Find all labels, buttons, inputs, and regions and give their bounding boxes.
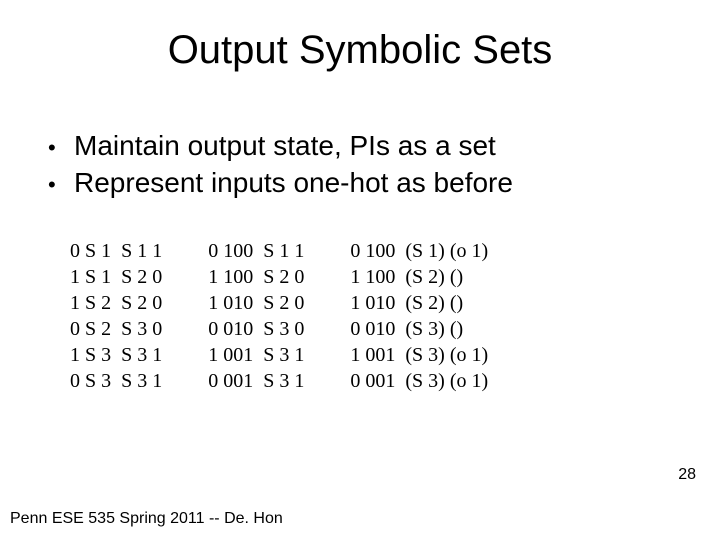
cell: (S 2) () (405, 290, 463, 316)
table-row: 0 S 1 S 1 1 (70, 238, 162, 264)
cell: 1 100 (208, 264, 253, 290)
cell: 1 001 (350, 342, 395, 368)
cell: 1 S 1 (70, 264, 111, 290)
cell: 1 S 3 (70, 342, 111, 368)
cell: 0 001 (208, 368, 253, 394)
table-3: 0 100 (S 1) (o 1) 1 100 (S 2) () 1 010 (S 2… (350, 238, 488, 394)
footer-text: Penn ESE 535 Spring 2011 -- De. Hon (10, 510, 283, 528)
cell: (S 3) (o 1) (405, 342, 488, 368)
table-row: 1 100 (S 2) () (350, 264, 488, 290)
cell: 1 001 (208, 342, 253, 368)
cell: S 2 0 (121, 264, 162, 290)
table-row: 1 S 2 S 2 0 (70, 290, 162, 316)
bullet-text: Maintain output state, PIs as a set (74, 128, 496, 163)
cell: S 3 1 (121, 368, 162, 394)
table-row: 1 100 S 2 0 (208, 264, 304, 290)
cell: S 3 1 (263, 342, 304, 368)
cell: 0 100 (208, 238, 253, 264)
cell: S 2 0 (121, 290, 162, 316)
cell: 1 010 (350, 290, 395, 316)
table-row: 0 S 3 S 3 1 (70, 368, 162, 394)
cell: 0 010 (208, 316, 253, 342)
table-row: 0 010 (S 3) () (350, 316, 488, 342)
cell: 0 001 (350, 368, 395, 394)
table-row: 1 001 S 3 1 (208, 342, 304, 368)
cell: (S 2) () (405, 264, 463, 290)
bullet-dot-icon: • (48, 171, 74, 199)
cell: 0 S 1 (70, 238, 111, 264)
slide: Output Symbolic Sets • Maintain output s… (0, 0, 720, 540)
cell: S 1 1 (121, 238, 162, 264)
table-row: 0 100 (S 1) (o 1) (350, 238, 488, 264)
cell: 1 100 (350, 264, 395, 290)
page-number: 28 (678, 466, 696, 484)
table-row: 1 S 1 S 2 0 (70, 264, 162, 290)
table-row: 1 001 (S 3) (o 1) (350, 342, 488, 368)
bullet-item: • Maintain output state, PIs as a set (48, 128, 513, 163)
bullet-text: Represent inputs one-hot as before (74, 165, 513, 200)
table-row: 1 010 (S 2) () (350, 290, 488, 316)
cell: 0 S 2 (70, 316, 111, 342)
bullet-list: • Maintain output state, PIs as a set • … (48, 128, 513, 202)
cell: (S 3) () (405, 316, 463, 342)
bullet-dot-icon: • (48, 134, 74, 162)
cell: (S 3) (o 1) (405, 368, 488, 394)
slide-title: Output Symbolic Sets (0, 28, 720, 73)
table-row: 1 010 S 2 0 (208, 290, 304, 316)
cell: S 3 0 (263, 316, 304, 342)
table-row: 1 S 3 S 3 1 (70, 342, 162, 368)
table-row: 0 010 S 3 0 (208, 316, 304, 342)
table-row: 0 100 S 1 1 (208, 238, 304, 264)
cell: S 3 0 (121, 316, 162, 342)
cell: 0 010 (350, 316, 395, 342)
cell: S 2 0 (263, 264, 304, 290)
table-row: 0 S 2 S 3 0 (70, 316, 162, 342)
cell: S 2 0 (263, 290, 304, 316)
table-1: 0 S 1 S 1 1 1 S 1 S 2 0 1 S 2 S 2 0 0 S 2 S … (70, 238, 162, 394)
cell: 0 S 3 (70, 368, 111, 394)
cell: S 1 1 (263, 238, 304, 264)
cell: 1 010 (208, 290, 253, 316)
table-row: 0 001 S 3 1 (208, 368, 304, 394)
cell: S 3 1 (263, 368, 304, 394)
cell: S 3 1 (121, 342, 162, 368)
cell: (S 1) (o 1) (405, 238, 488, 264)
bullet-item: • Represent inputs one-hot as before (48, 165, 513, 200)
table-row: 0 001 (S 3) (o 1) (350, 368, 488, 394)
tables-area: 0 S 1 S 1 1 1 S 1 S 2 0 1 S 2 S 2 0 0 S 2 S … (70, 238, 670, 394)
table-2: 0 100 S 1 1 1 100 S 2 0 1 010 S 2 0 0 010 S … (208, 238, 304, 394)
cell: 1 S 2 (70, 290, 111, 316)
cell: 0 100 (350, 238, 395, 264)
